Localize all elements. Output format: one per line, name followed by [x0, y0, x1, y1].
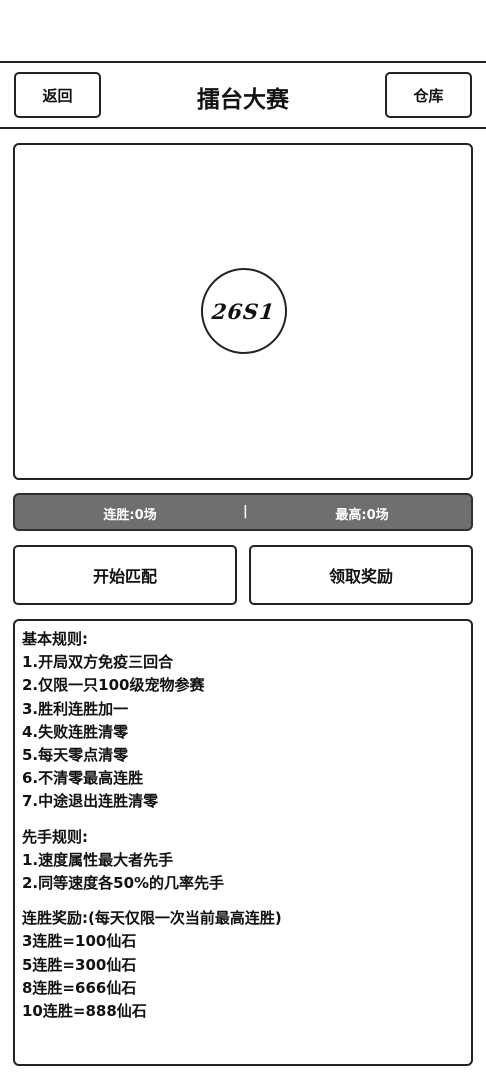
streak-reward: 5连胜=300仙石 [22, 955, 137, 974]
basic-rule: 3.胜利连胜加一 [22, 699, 129, 718]
streak-reward: 3连胜=100仙石 [22, 932, 137, 951]
basic-rule: 4.失败连胜清零 [22, 722, 129, 741]
first-move-rule: 1.速度属性最大者先手 [22, 850, 174, 869]
arena-panel: 26S1 [13, 143, 473, 480]
basic-rule: 7.中途退出连胜清零 [22, 792, 159, 811]
rules-panel: 基本规则: 1.开局双方免疫三回合 2.仅限一只100级宠物参赛 3.胜利连胜加… [13, 619, 473, 1066]
top-divider [0, 61, 486, 63]
basic-rule: 5.每天零点清零 [22, 746, 129, 765]
streak-reward: 10连胜=888仙石 [22, 1002, 147, 1021]
claim-reward-button[interactable]: 领取奖励 [249, 545, 473, 605]
match-code: 26S1 [211, 298, 277, 324]
start-match-button[interactable]: 开始匹配 [13, 545, 237, 605]
streak-reward: 8连胜=666仙石 [22, 978, 137, 997]
basic-rule: 6.不清零最高连胜 [22, 769, 144, 788]
basic-rule: 2.仅限一只100级宠物参赛 [22, 676, 205, 695]
first-move-rule: 2.同等速度各50%的几率先手 [22, 874, 225, 893]
header-divider [0, 127, 486, 129]
basic-rule: 1.开局双方免疫三回合 [22, 653, 174, 672]
streak-rewards-title: 连胜奖励:(每天仅限一次当前最高连胜) [22, 909, 282, 928]
warehouse-button[interactable]: 仓库 [385, 72, 472, 118]
basic-rules-title: 基本规则: [22, 630, 88, 648]
streak-separator: | [243, 504, 248, 519]
best-streak: 最高:0场 [335, 508, 389, 523]
match-code-badge: 26S1 [201, 268, 287, 354]
streak-bar: 连胜:0场 | 最高:0场 [13, 493, 473, 531]
current-streak: 连胜:0场 [103, 508, 157, 523]
page-title: 擂台大赛 [197, 87, 289, 113]
first-move-rules-title: 先手规则: [22, 827, 88, 846]
back-button[interactable]: 返回 [14, 72, 101, 118]
